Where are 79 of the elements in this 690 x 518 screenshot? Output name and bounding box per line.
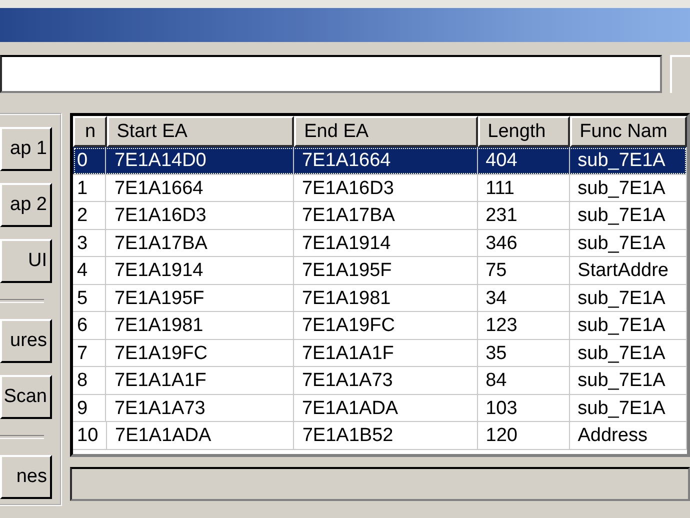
table-cell: 34 <box>478 284 570 312</box>
table-cell: 7E1A195F <box>294 257 478 284</box>
table-cell: Address <box>570 422 687 450</box>
table-cell: StartAddre <box>570 257 687 284</box>
column-header[interactable]: End EA <box>294 116 478 147</box>
table-cell: 7E1A1981 <box>294 284 478 312</box>
table-cell: sub_7E1A <box>570 147 687 174</box>
side-button[interactable]: ap 2 <box>0 183 52 227</box>
table-row[interactable]: 4 7E1A1914 7E1A195F 75 StartAddre <box>73 257 687 284</box>
table-cell: 7E1A1914 <box>106 257 294 284</box>
table-cell: 404 <box>478 147 570 174</box>
table-cell: 7E1A1ADA <box>107 422 294 450</box>
table-cell: 7E1A1664 <box>106 174 294 202</box>
table-row[interactable]: 6 7E1A1981 7E1A19FC 123 sub_7E1A <box>73 312 687 340</box>
table-cell: 7E1A1A73 <box>106 394 294 422</box>
table-cell: 84 <box>478 367 570 394</box>
table-cell: 3 <box>73 230 106 257</box>
table-cell: 35 <box>478 340 570 367</box>
table-row[interactable]: 7 7E1A19FC 7E1A1A1F 35 sub_7E1A <box>73 340 687 367</box>
table-cell: 120 <box>478 422 570 450</box>
table-cell: sub_7E1A <box>570 340 687 367</box>
table-cell: 7E1A1981 <box>106 312 294 340</box>
table-row[interactable]: 8 7E1A1A1F 7E1A1A73 84 sub_7E1A <box>73 367 687 394</box>
table-cell: 346 <box>478 230 570 257</box>
table-cell: 231 <box>478 202 570 230</box>
table-cell: 0 <box>73 147 106 174</box>
table-cell: 7E1A17BA <box>106 230 294 257</box>
field-button[interactable] <box>670 55 690 93</box>
table-cell: 7E1A1664 <box>294 147 478 174</box>
table-cell: 7E1A195F <box>106 284 294 312</box>
table-cell: 4 <box>73 257 106 284</box>
table-cell: sub_7E1A <box>570 230 687 257</box>
table-cell: sub_7E1A <box>570 174 687 202</box>
table-cell: 5 <box>73 284 106 312</box>
table-cell: 7E1A1A73 <box>294 367 478 394</box>
table-cell: sub_7E1A <box>570 394 687 422</box>
input-field[interactable] <box>0 55 662 93</box>
table-row[interactable]: 5 7E1A195F 7E1A1981 34 sub_7E1A <box>73 284 687 312</box>
column-header[interactable]: Length <box>478 116 570 147</box>
table-row[interactable]: 3 7E1A17BA 7E1A1914 346 sub_7E1A <box>73 230 687 257</box>
table-cell: 7E1A16D3 <box>294 174 478 202</box>
table-row[interactable]: 9 7E1A1A73 7E1A1ADA 103 sub_7E1A <box>73 394 687 422</box>
side-button[interactable]: Scan <box>0 375 52 419</box>
table-cell: 75 <box>478 257 570 284</box>
table-cell: sub_7E1A <box>570 202 687 230</box>
table-cell: 10 <box>73 422 107 450</box>
table-cell: 7E1A17BA <box>294 202 478 230</box>
column-header[interactable]: n <box>73 116 107 147</box>
table-cell: 7E1A1ADA <box>294 394 478 422</box>
table-cell: 7E1A14D0 <box>106 147 294 174</box>
table-cell: 123 <box>478 312 570 340</box>
table-cell: 1 <box>73 174 106 202</box>
table-cell: 8 <box>73 367 106 394</box>
column-header[interactable]: Func Nam <box>570 116 687 147</box>
table-row[interactable]: 10 7E1A1ADA 7E1A1B52 120 Address <box>73 422 687 450</box>
side-button[interactable]: nes <box>0 455 52 499</box>
side-button[interactable]: UI <box>0 239 52 283</box>
table-cell: 2 <box>73 202 106 230</box>
table-cell: 7E1A1B52 <box>294 422 478 450</box>
table-cell: 7E1A1914 <box>294 230 478 257</box>
table-cell: 111 <box>478 174 570 202</box>
table-row[interactable]: 1 7E1A1664 7E1A16D3 111 sub_7E1A <box>73 174 687 202</box>
table-cell: sub_7E1A <box>570 312 687 340</box>
side-button[interactable]: ap 1 <box>0 127 52 171</box>
table-cell: 7E1A1A1F <box>294 340 478 367</box>
table-cell: 7E1A19FC <box>106 340 294 367</box>
table-cell: 7 <box>73 340 106 367</box>
table-cell: 7E1A1A1F <box>106 367 294 394</box>
table-row[interactable]: 0 7E1A14D0 7E1A1664 404 sub_7E1A <box>73 147 687 174</box>
table-row[interactable]: 2 7E1A16D3 7E1A17BA 231 sub_7E1A <box>73 202 687 230</box>
table-cell: sub_7E1A <box>570 367 687 394</box>
column-header[interactable]: Start EA <box>106 116 294 147</box>
table-cell: 7E1A16D3 <box>106 202 294 230</box>
table-cell: 6 <box>73 312 106 340</box>
table-cell: sub_7E1A <box>570 284 687 312</box>
table-cell: 7E1A19FC <box>294 312 478 340</box>
side-button[interactable]: ures <box>0 319 52 363</box>
table-cell: 9 <box>73 394 106 422</box>
table-cell: 103 <box>478 394 570 422</box>
